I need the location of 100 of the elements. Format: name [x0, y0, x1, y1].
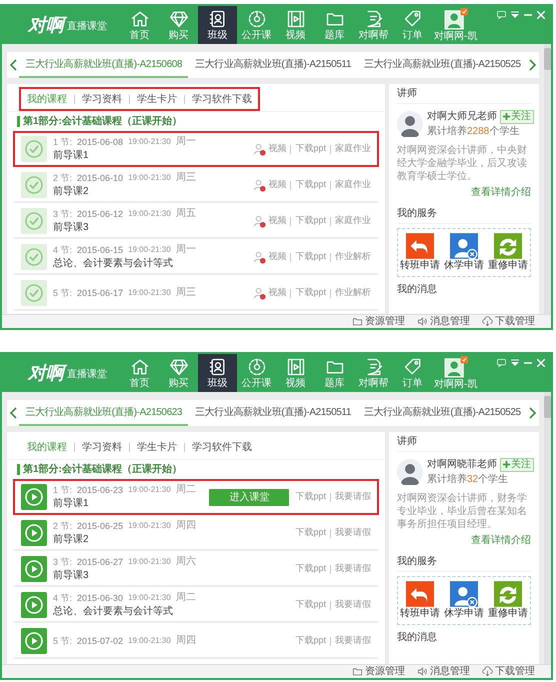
lesson-action-link[interactable]: 家庭作业	[335, 178, 371, 192]
lesson-action-link[interactable]: 下载ppt	[295, 526, 326, 540]
nav-tab[interactable]: 对啊网-凯	[432, 354, 480, 392]
subtab[interactable]: 学习资料	[82, 92, 122, 106]
refresh-arrows-icon	[494, 581, 522, 607]
section-title: 第1部分:会计基础课程（正课开始）	[23, 462, 182, 477]
chevron-left-icon[interactable]	[9, 59, 19, 71]
class-tab[interactable]: 三大行业高薪就业班(直播)-A2150608	[19, 52, 188, 78]
subtab[interactable]: 学习软件下载	[192, 440, 252, 454]
nav-tab[interactable]: 班级	[198, 6, 237, 44]
lesson-weekday: 周一	[176, 135, 196, 149]
lesson-action-link[interactable]: 作业解析	[335, 250, 371, 264]
lesson-weekday: 周三	[176, 171, 196, 185]
nav-tab[interactable]: 对啊网-凯	[432, 6, 480, 44]
status-bar-link[interactable]: 资源管理	[352, 316, 405, 327]
service-button[interactable]: 转班申请	[400, 233, 440, 272]
status-bar-link[interactable]: 消息管理	[417, 666, 470, 677]
service-button[interactable]: 重修申请	[488, 581, 528, 620]
lesson-action-link[interactable]: 家庭作业	[335, 142, 371, 156]
lesson-action-link[interactable]: 视频	[268, 142, 286, 156]
status-bar-link[interactable]: 消息管理	[417, 316, 470, 327]
lesson-action-link[interactable]: 下载ppt	[295, 562, 326, 576]
lesson-date: 2015-06-25	[77, 520, 124, 533]
status-bar-link[interactable]: 资源管理	[352, 666, 405, 677]
lesson-action-link[interactable]: 下载ppt	[295, 634, 326, 648]
lesson-action-link[interactable]: 我要请假	[335, 562, 371, 576]
close-icon[interactable]	[537, 11, 545, 19]
nav-tab[interactable]: 订单	[393, 354, 432, 392]
service-button[interactable]: 重修申请	[488, 233, 528, 272]
tag-icon	[402, 356, 422, 376]
nav-tab[interactable]: 题库	[315, 354, 354, 392]
lesson-action-link[interactable]: 下载ppt	[295, 142, 326, 156]
lesson-action-link[interactable]: 我要请假	[335, 598, 371, 612]
scrollbar[interactable]	[544, 392, 551, 664]
chevron-left-icon[interactable]	[9, 407, 19, 419]
class-tab[interactable]: 三大行业高薪就业班(直播)-A2150525	[358, 52, 527, 78]
chevron-right-icon[interactable]	[526, 407, 537, 419]
subtab[interactable]: 学生卡片	[137, 92, 177, 106]
status-bar-link[interactable]: 下载管理	[482, 666, 535, 677]
nav-tab[interactable]: 对啊帮	[354, 6, 393, 44]
class-tab[interactable]: 三大行业高薪就业班(直播)-A2150525	[358, 400, 527, 426]
subtab[interactable]: 我的课程	[27, 92, 67, 106]
lesson-action-link[interactable]: 我要请假	[335, 490, 371, 504]
lesson-action-link[interactable]: 下载ppt	[295, 490, 326, 504]
lesson-action-link[interactable]: 作业解析	[335, 286, 371, 300]
lesson-action-link[interactable]: 视频	[268, 286, 286, 300]
chat-icon[interactable]	[497, 359, 506, 367]
subtab[interactable]: 学习资料	[82, 440, 122, 454]
section-title: 第1部分:会计基础课程（正课开始）	[23, 114, 182, 129]
class-tab[interactable]: 三大行业高薪就业班(直播)-A2150511	[188, 52, 358, 78]
nav-tab[interactable]: 订单	[393, 6, 432, 44]
follow-button[interactable]: 关注	[500, 458, 534, 472]
lesson-action-link[interactable]: 下载ppt	[295, 178, 326, 192]
nav-tab[interactable]: 购买	[159, 354, 198, 392]
lesson-action-link[interactable]: 视频	[268, 178, 286, 192]
close-icon[interactable]	[537, 359, 545, 367]
lesson-number: 2 节:	[53, 172, 72, 185]
lesson-action-link[interactable]: 我要请假	[335, 634, 371, 648]
chat-icon[interactable]	[497, 11, 506, 19]
service-button[interactable]: 转班申请	[400, 581, 440, 620]
class-tab[interactable]: 三大行业高薪就业班(直播)-A2150623	[19, 400, 188, 426]
dropdown-icon[interactable]	[511, 359, 519, 367]
dropdown-icon[interactable]	[511, 11, 519, 19]
nav-tab[interactable]: 视频	[276, 354, 315, 392]
service-button[interactable]: 休学申请	[444, 581, 484, 620]
subtab[interactable]: 学生卡片	[137, 440, 177, 454]
lesson-action-link[interactable]: 视频	[268, 214, 286, 228]
lesson-time: 19:00-21:30	[128, 484, 171, 496]
nav-tab[interactable]: 视频	[276, 6, 315, 44]
status-bar-link[interactable]: 下载管理	[482, 316, 535, 327]
subtab[interactable]: 我的课程	[27, 440, 67, 454]
lesson-action-link[interactable]: 下载ppt	[295, 286, 326, 300]
nav-tab[interactable]: 公开课	[237, 6, 276, 44]
nav-tab[interactable]: 首页	[120, 354, 159, 392]
home-icon	[130, 356, 150, 376]
lesson-action-link[interactable]: 下载ppt	[295, 598, 326, 612]
lesson-action-link[interactable]: 视频	[268, 250, 286, 264]
details-link[interactable]: 查看详情介绍	[471, 185, 531, 200]
lesson-title: 前导课1	[53, 497, 90, 511]
nav-tab[interactable]: 购买	[159, 6, 198, 44]
class-tab[interactable]: 三大行业高薪就业班(直播)-A2150511	[188, 400, 358, 426]
enter-classroom-button[interactable]: 进入课堂	[209, 488, 290, 506]
follow-button[interactable]: 关注	[500, 110, 534, 124]
nav-tab[interactable]: 班级	[198, 354, 237, 392]
chevron-right-icon[interactable]	[526, 59, 537, 71]
service-button[interactable]: 休学申请	[444, 233, 484, 272]
nav-tab[interactable]: 对啊帮	[354, 354, 393, 392]
lesson-action-link[interactable]: 我要请假	[335, 526, 371, 540]
scrollbar[interactable]	[544, 44, 551, 314]
lesson-action-link[interactable]: 家庭作业	[335, 214, 371, 228]
subtab[interactable]: 学习软件下载	[192, 92, 252, 106]
lesson-time: 19:00-21:30	[128, 592, 171, 604]
nav-tab[interactable]: 首页	[120, 6, 159, 44]
details-link[interactable]: 查看详情介绍	[471, 533, 531, 548]
lesson-number: 4 节:	[53, 592, 72, 605]
lesson-action-link[interactable]: 下载ppt	[295, 250, 326, 264]
lesson-title: 前导课3	[53, 221, 90, 235]
lesson-action-link[interactable]: 下载ppt	[295, 214, 326, 228]
nav-tab[interactable]: 公开课	[237, 354, 276, 392]
nav-tab[interactable]: 题库	[315, 6, 354, 44]
